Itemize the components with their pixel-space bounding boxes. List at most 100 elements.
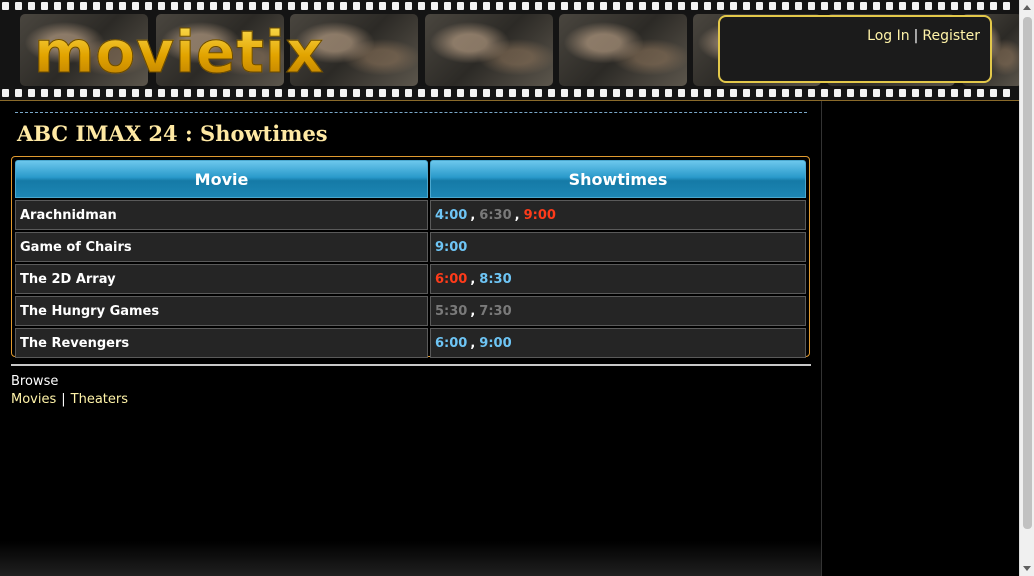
scroll-up-arrow-icon[interactable] xyxy=(1023,5,1031,10)
film-hole xyxy=(496,2,503,10)
film-hole xyxy=(483,2,490,10)
link-separator: | xyxy=(913,28,919,44)
movie-title-cell[interactable]: The Revengers xyxy=(15,328,428,358)
film-hole xyxy=(652,89,659,97)
film-hole xyxy=(184,89,191,97)
site-logo[interactable]: movietix xyxy=(33,20,324,85)
film-hole xyxy=(470,2,477,10)
showtime-link-available[interactable]: 9:00 xyxy=(479,336,511,351)
film-strip-holes-top xyxy=(0,2,1019,12)
film-hole xyxy=(990,2,997,10)
film-hole xyxy=(938,2,945,10)
film-hole xyxy=(522,2,529,10)
film-hole xyxy=(275,89,282,97)
film-hole xyxy=(132,89,139,97)
film-hole xyxy=(522,89,529,97)
film-hole xyxy=(314,2,321,10)
film-hole xyxy=(288,89,295,97)
film-hole xyxy=(847,2,854,10)
scrollbar-thumb[interactable] xyxy=(1023,17,1032,529)
column-header-movie: Movie xyxy=(15,160,428,198)
film-hole xyxy=(158,2,165,10)
register-link[interactable]: Register xyxy=(922,28,980,44)
showtimes-table: Movie Showtimes Arachnidman 4:00, 6:30, 9:0… xyxy=(13,158,808,360)
movie-title-cell[interactable]: Arachnidman xyxy=(15,200,428,230)
film-hole xyxy=(314,89,321,97)
table-row: Arachnidman 4:00, 6:30, 9:00 xyxy=(15,200,806,230)
film-hole xyxy=(977,89,984,97)
film-hole xyxy=(899,89,906,97)
time-separator: , xyxy=(470,207,476,223)
film-hole xyxy=(912,89,919,97)
film-hole xyxy=(847,89,854,97)
browse-theaters-link[interactable]: Theaters xyxy=(71,392,128,407)
showtimes-cell: 9:00 xyxy=(430,232,806,262)
film-hole xyxy=(1003,89,1010,97)
film-hole xyxy=(15,2,22,10)
movie-title-cell[interactable]: Game of Chairs xyxy=(15,232,428,262)
film-hole xyxy=(951,2,958,10)
film-hole xyxy=(119,2,126,10)
film-hole xyxy=(639,2,646,10)
film-hole xyxy=(691,89,698,97)
account-box: Log In | Register xyxy=(718,15,992,83)
film-hole xyxy=(821,2,828,10)
film-hole xyxy=(743,2,750,10)
film-hole xyxy=(171,89,178,97)
film-hole xyxy=(795,2,802,10)
table-row: The Revengers 6:00, 9:00 xyxy=(15,328,806,358)
showtime-link-available[interactable]: 6:00 xyxy=(435,336,467,351)
column-header-showtimes: Showtimes xyxy=(430,160,806,198)
scroll-down-arrow-icon[interactable] xyxy=(1023,566,1031,571)
dashed-divider xyxy=(15,112,807,113)
film-hole xyxy=(366,2,373,10)
film-hole xyxy=(288,2,295,10)
film-hole xyxy=(665,89,672,97)
film-hole xyxy=(197,89,204,97)
film-hole xyxy=(665,2,672,10)
film-hole xyxy=(470,89,477,97)
film-hole xyxy=(41,2,48,10)
film-hole xyxy=(249,2,256,10)
film-hole xyxy=(574,2,581,10)
film-hole xyxy=(418,2,425,10)
vertical-scrollbar[interactable] xyxy=(1019,0,1034,576)
film-hole xyxy=(535,2,542,10)
film-hole xyxy=(509,89,516,97)
showtime-link-available[interactable]: 8:30 xyxy=(479,272,511,287)
film-hole xyxy=(197,2,204,10)
showtime-link-available[interactable]: 9:00 xyxy=(435,240,467,255)
film-hole xyxy=(93,89,100,97)
film-hole xyxy=(340,2,347,10)
film-hole xyxy=(782,2,789,10)
link-separator: | xyxy=(61,392,66,407)
film-hole xyxy=(236,89,243,97)
film-hole xyxy=(873,89,880,97)
film-hole xyxy=(873,2,880,10)
showtimes-cell: 4:00, 6:30, 9:00 xyxy=(430,200,806,230)
film-hole xyxy=(561,89,568,97)
film-hole xyxy=(977,2,984,10)
site-header: movietix Log In | Register xyxy=(0,0,1019,101)
film-hole xyxy=(444,2,451,10)
showtimes-table-container: Movie Showtimes Arachnidman 4:00, 6:30, 9:0… xyxy=(11,156,810,360)
browse-movies-link[interactable]: Movies xyxy=(11,392,56,407)
film-hole xyxy=(262,89,269,97)
film-hole xyxy=(769,89,776,97)
film-hole xyxy=(145,2,152,10)
movie-title-cell[interactable]: The Hungry Games xyxy=(15,296,428,326)
film-hole xyxy=(301,89,308,97)
film-hole xyxy=(392,2,399,10)
login-link[interactable]: Log In xyxy=(867,28,909,44)
film-hole xyxy=(730,89,737,97)
time-separator: , xyxy=(470,335,476,351)
film-strip-holes-bottom xyxy=(0,89,1019,99)
film-hole xyxy=(600,2,607,10)
movie-title-cell[interactable]: The 2D Array xyxy=(15,264,428,294)
film-hole xyxy=(210,89,217,97)
film-hole xyxy=(158,89,165,97)
showtime-link-available[interactable]: 4:00 xyxy=(435,208,467,223)
showtimes-cell: 6:00, 9:00 xyxy=(430,328,806,358)
film-hole xyxy=(379,89,386,97)
film-hole xyxy=(353,89,360,97)
